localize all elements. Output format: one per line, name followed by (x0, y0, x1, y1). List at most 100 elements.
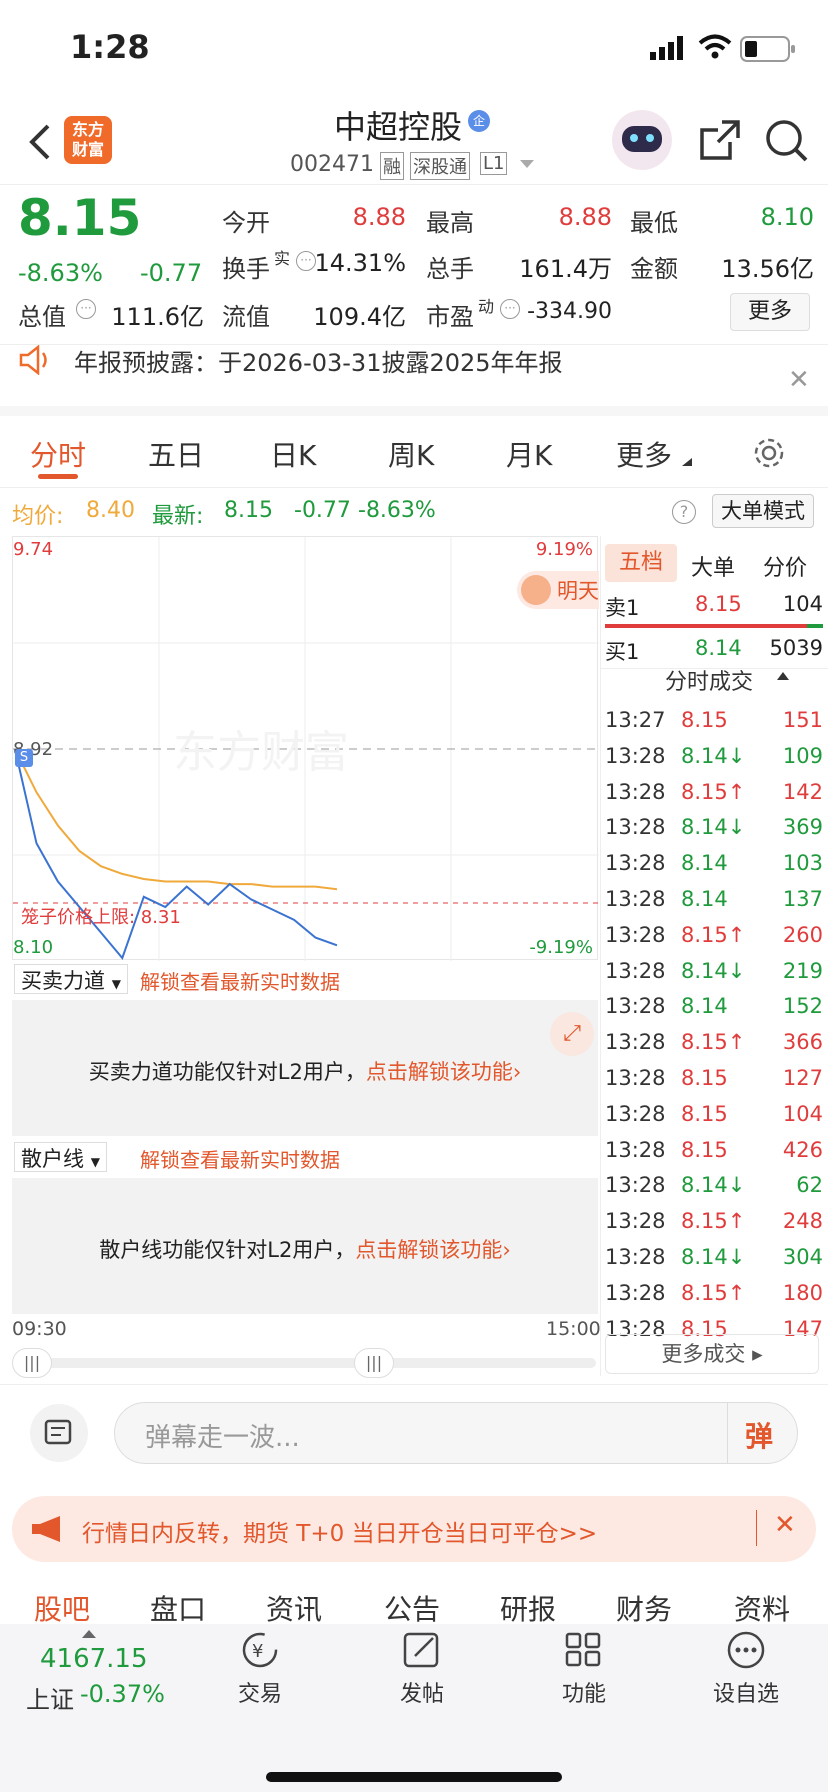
notice-text: 年报预披露：于2026-03-31披露2025年年报 (74, 349, 563, 377)
tab-news[interactable]: 资讯 (266, 1588, 322, 1628)
expand-icon[interactable]: ⤢ (550, 1012, 594, 1056)
sell-label: 卖1 (605, 596, 640, 620)
tick-row: 13:28 8.15 127 (601, 1062, 827, 1098)
tick-row: 13:28 8.15↑ 366 (601, 1026, 827, 1062)
info-icon[interactable]: ··· (500, 299, 520, 319)
last-value: 8.15 (224, 498, 273, 523)
help-icon[interactable]: ? (672, 500, 696, 524)
tick-price: 8.15 (681, 1066, 728, 1090)
tick-price: 8.15 (681, 708, 728, 732)
notice-bar[interactable]: 年报预披露：于2026-03-31披露2025年年报 ✕ (0, 344, 828, 416)
range-handle-right[interactable]: ||| (354, 1348, 394, 1378)
tick-row: 13:28 8.14 103 (601, 847, 827, 883)
tick-volume: 152 (782, 994, 823, 1019)
label-turnover: 换手 (222, 255, 270, 283)
unlock-link-2[interactable]: 解锁查看最新实时数据 (140, 1144, 340, 1173)
share-icon[interactable] (698, 118, 742, 162)
tick-volume: 366 (782, 1030, 823, 1055)
tick-price: 8.15↑ (681, 779, 746, 804)
tab-research[interactable]: 研报 (500, 1588, 556, 1628)
stock-name: 中超控股 (334, 108, 463, 146)
tick-time: 13:28 (605, 994, 666, 1019)
tick-volume: 104 (782, 1101, 823, 1126)
big-order-mode-button[interactable]: 大单模式 (712, 494, 814, 528)
tab-intraday[interactable]: 分时 (30, 434, 86, 474)
svg-text:¥: ¥ (252, 1641, 263, 1662)
more-ticks-button[interactable]: 更多成交 ▸ (605, 1334, 819, 1374)
tab-announcements[interactable]: 公告 (384, 1588, 440, 1628)
tab-big-orders[interactable]: 大单 (691, 550, 735, 582)
ticks-header[interactable]: 分时成交 (665, 664, 753, 696)
tick-price: 8.14↓ (681, 958, 746, 983)
tick-time: 13:28 (605, 922, 666, 947)
close-icon[interactable]: ✕ (788, 365, 810, 395)
range-track[interactable] (12, 1358, 596, 1368)
indicator-select-2-label: 散户线 (21, 1147, 84, 1171)
lock-panel-1[interactable]: 买卖力道功能仅针对L2用户，点击解锁该功能› ⤢ (12, 1000, 598, 1136)
chevron-right-icon: › (502, 1238, 511, 1262)
tick-price: 8.14↓ (681, 815, 746, 840)
ratio-bar (605, 624, 823, 628)
more-ticks-label: 更多成交 (661, 1342, 746, 1366)
tick-row: 13:28 8.15↑ 260 (601, 919, 827, 955)
tab-five-levels[interactable]: 五档 (605, 544, 677, 582)
more-button[interactable]: 更多 (730, 293, 810, 331)
comment-settings-icon[interactable] (30, 1404, 88, 1462)
range-handle-left[interactable]: ||| (12, 1348, 52, 1378)
tab-more[interactable]: 更多 (616, 434, 672, 474)
unlock-link-1[interactable]: 解锁查看最新实时数据 (140, 966, 340, 995)
app-logo[interactable]: 东方 财富 (64, 116, 112, 164)
add-watchlist-button[interactable]: 设自选 (686, 1630, 806, 1708)
trade-icon: ¥ (242, 1632, 278, 1668)
value-low: 8.10 (760, 203, 814, 231)
lock-panel-2[interactable]: 散户线功能仅针对L2用户，点击解锁该功能› (12, 1178, 598, 1314)
danmaku-input[interactable]: 弹幕走一波... 弹 (114, 1402, 798, 1464)
banner-text: 行情日内反转，期货 T+0 当日开仓当日可平仓>> (82, 1521, 598, 1547)
tab-profile[interactable]: 资料 (734, 1588, 790, 1628)
signal-badge[interactable]: S (15, 749, 33, 767)
indicator-select-2[interactable]: 散户线 ▼ (14, 1142, 107, 1172)
label-volume: 总手 (426, 255, 474, 283)
tab-monthly-k[interactable]: 月K (506, 434, 552, 474)
back-arrow-icon[interactable] (26, 122, 54, 162)
tab-price-dist[interactable]: 分价 (763, 550, 807, 582)
info-icon[interactable]: ··· (76, 299, 96, 319)
tab-guba[interactable]: 股吧 (34, 1588, 90, 1628)
promo-tag[interactable]: 明天 (517, 571, 599, 609)
tick-price: 8.15↑ (681, 922, 746, 947)
lock-text-2: 散户线功能仅针对L2用户， (99, 1238, 356, 1262)
promo-banner[interactable]: 行情日内反转，期货 T+0 当日开仓当日可平仓>> ✕ (12, 1496, 816, 1562)
tab-pankou[interactable]: 盘口 (150, 1588, 206, 1628)
tick-price: 8.15 (681, 1101, 728, 1126)
trade-button[interactable]: ¥ 交易 (200, 1630, 320, 1708)
label-low: 最低 (630, 209, 678, 237)
tab-finance[interactable]: 财务 (616, 1588, 672, 1628)
index-value[interactable]: 4167.15 (40, 1644, 148, 1674)
danmaku-send-button[interactable]: 弹 (745, 1415, 773, 1455)
caret-down-icon: ▼ (90, 1155, 100, 1169)
tab-weekly-k[interactable]: 周K (388, 434, 434, 474)
close-icon[interactable]: ✕ (774, 1510, 796, 1540)
tab-daily-k[interactable]: 日K (270, 434, 316, 474)
intraday-chart[interactable]: 东方财富 9.74 9.19% 8.92 8.10 -9.19% 笼子价格上限:… (12, 536, 599, 961)
chart-info-line: 均价: 8.40 最新: 8.15 -0.77 -8.63% ? 大单模式 (0, 488, 828, 536)
sell-price: 8.15 (695, 592, 742, 616)
wifi-icon (698, 34, 732, 59)
unlock-feature-link-2[interactable]: 点击解锁该功能 (355, 1238, 502, 1262)
post-button[interactable]: 发帖 (362, 1630, 482, 1708)
indicator-select-1[interactable]: 买卖力道 ▼ (14, 964, 128, 994)
dropdown-caret-icon[interactable] (520, 160, 534, 170)
chart-bottom-pct: -9.19% (529, 937, 593, 958)
search-icon[interactable] (764, 118, 810, 164)
stock-header: 东方 财富 中超控股 企 002471 融 深股通 L1 (0, 100, 828, 184)
assistant-robot-icon[interactable] (612, 110, 672, 170)
unlock-feature-link-1[interactable]: 点击解锁该功能 (366, 1060, 513, 1084)
tick-time: 13:27 (605, 708, 666, 732)
label-open: 今开 (222, 209, 270, 237)
tick-time: 13:28 (605, 1030, 666, 1055)
function-button[interactable]: 功能 (524, 1630, 644, 1708)
tab-indicator (38, 474, 78, 479)
tick-time: 13:28 (605, 779, 666, 804)
gear-icon[interactable] (752, 436, 786, 470)
tab-five-day[interactable]: 五日 (148, 434, 204, 474)
